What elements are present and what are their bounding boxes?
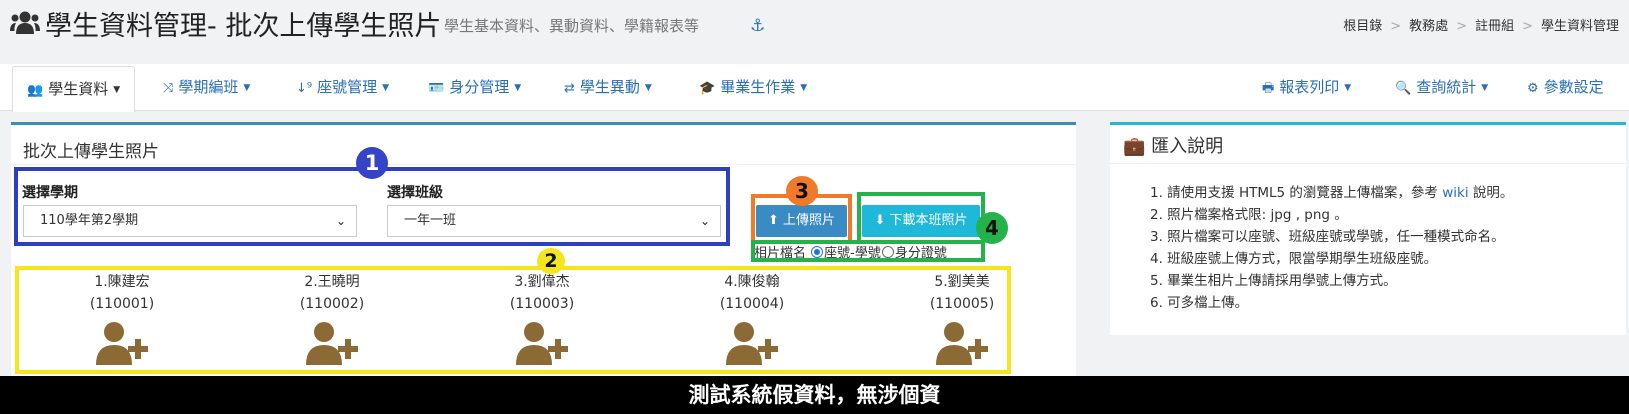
print-icon: 🖶 (1262, 81, 1275, 96)
divider (11, 164, 1076, 165)
menu-report-print[interactable]: 🖶 報表列印 ▼ (1262, 64, 1351, 111)
annotation-badge-2: 2 (537, 248, 565, 274)
upload-panel-title: 批次上傳學生照片 (23, 142, 159, 162)
list-item: 4. 班級座號上傳方式，限當學期學生班級座號。 (1150, 251, 1438, 267)
briefcase-icon: 💼 (1123, 136, 1146, 157)
breadcrumb-item-academic-affairs[interactable]: 教務處 (1409, 19, 1448, 34)
id-card-icon: 🪪 (428, 81, 445, 96)
annotation-box-4 (857, 192, 985, 244)
menubar: 👥 學生資料 ▼ ⤨ 學期編班 ▼ ↓⁹ 座號管理 ▼ 🪪 身分管理 ▼ ⇄ 學生異動 ▼ 🎓 畢業生… (0, 64, 1629, 112)
menu-query-stats[interactable]: 🔍 查詢統計 ▼ (1395, 64, 1488, 111)
breadcrumb: 根目錄 > 教務處 > 註冊組 > 學生資料管理 (1343, 19, 1619, 34)
breadcrumb-item-student-data: 學生資料管理 (1540, 19, 1619, 34)
caret-down-icon: ▼ (1481, 83, 1489, 93)
menu-semester-class[interactable]: ⤨ 學期編班 ▼ (163, 64, 250, 111)
caret-down-icon: ▼ (800, 83, 808, 93)
caret-down-icon: ▼ (113, 85, 121, 95)
menu-student-data[interactable]: 👥 學生資料 ▼ (12, 66, 136, 112)
caret-down-icon: ▼ (1344, 83, 1352, 93)
menu-identity[interactable]: 🪪 身分管理 ▼ (428, 64, 521, 111)
caret-down-icon: ▼ (243, 83, 251, 93)
list-item: 6. 可多檔上傳。 (1150, 295, 1249, 311)
import-instructions-title: 💼 匯入說明 (1123, 136, 1224, 157)
list-item: 5. 畢業生相片上傳請採用學號上傳方式。 (1150, 273, 1397, 289)
list-item: 3. 照片檔案可以座號、班級座號或學號，任一種模式命名。 (1150, 229, 1505, 245)
menu-seat-number[interactable]: ↓⁹ 座號管理 ▼ (296, 64, 389, 111)
annotation-box-2 (15, 266, 1011, 374)
breadcrumb-item-root[interactable]: 根目錄 (1343, 19, 1382, 34)
annotation-badge-1: 1 (356, 147, 388, 179)
breadcrumb-item-registration[interactable]: 註冊組 (1475, 19, 1514, 34)
footer-disclaimer: 測試系統假資料，無涉個資 (688, 383, 941, 407)
divider (1110, 163, 1626, 164)
list-item: 2. 照片檔案格式限: jpg , png 。 (1150, 207, 1348, 223)
caret-down-icon: ▼ (514, 83, 522, 93)
list-item: 1. 請使用支援 HTML5 的瀏覽器上傳檔案，參考 wiki 說明。 (1150, 185, 1514, 201)
graduation-cap-icon: 🎓 (699, 81, 716, 96)
sort-numeric-icon: ↓⁹ (296, 81, 313, 96)
annotation-badge-3: 3 (786, 176, 818, 206)
users-icon: 👥 (27, 83, 44, 98)
search-icon: 🔍 (1395, 81, 1412, 96)
annotation-badge-4: 4 (976, 212, 1008, 244)
page-title: 學生資料管理- 批次上傳學生照片 (45, 11, 442, 42)
menu-settings[interactable]: ⚙ 參數設定 (1527, 64, 1604, 111)
caret-down-icon: ▼ (382, 83, 390, 93)
wiki-link[interactable]: wiki (1442, 185, 1468, 201)
instructions-list: 1. 請使用支援 HTML5 的瀏覽器上傳檔案，參考 wiki 說明。 2. 照… (1150, 182, 1513, 314)
menu-student-change[interactable]: ⇄ 學生異動 ▼ (564, 64, 652, 111)
gear-icon: ⚙ (1527, 81, 1539, 96)
exchange-icon: ⇄ (564, 81, 575, 96)
menu-graduate[interactable]: 🎓 畢業生作業 ▼ (699, 64, 807, 111)
caret-down-icon: ▼ (644, 83, 652, 93)
shuffle-icon: ⤨ (163, 81, 174, 96)
anchor-icon[interactable]: ⚓ (750, 16, 765, 36)
page-subtitle: 學生基本資料、異動資料、學籍報表等 (444, 17, 700, 35)
annotation-box-4-naming (751, 240, 985, 262)
users-icon (10, 11, 40, 34)
